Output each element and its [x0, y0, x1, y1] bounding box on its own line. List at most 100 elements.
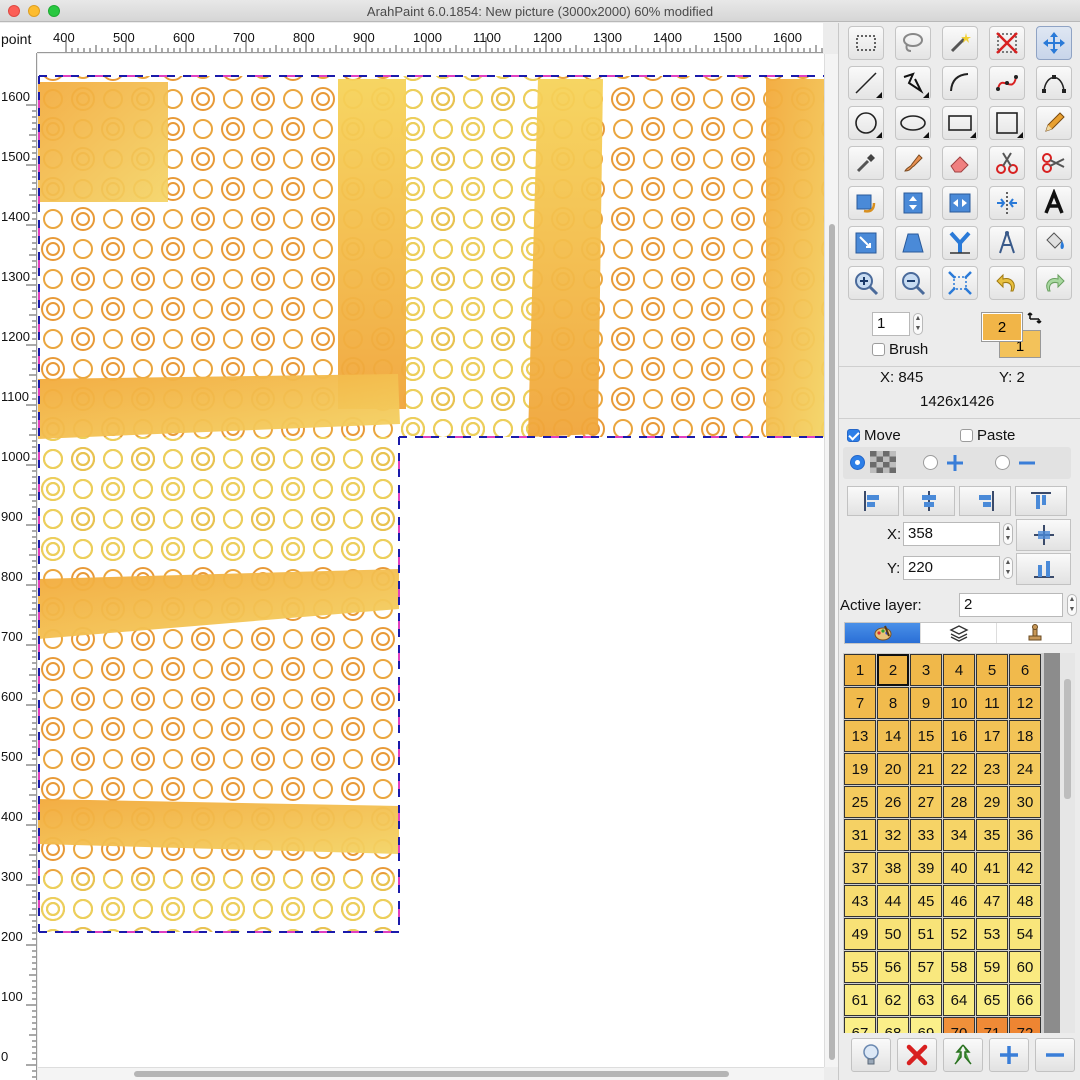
- line-tool-button[interactable]: [848, 66, 884, 100]
- palette-color-cell[interactable]: 59: [976, 951, 1008, 983]
- drawing-canvas[interactable]: [38, 54, 824, 1067]
- palette-color-cell[interactable]: 69: [910, 1017, 942, 1033]
- palette-color-cell[interactable]: 52: [943, 918, 975, 950]
- palette-color-cell[interactable]: 17: [976, 720, 1008, 752]
- ellipse-tool-button[interactable]: [895, 106, 931, 140]
- palette-color-cell[interactable]: 44: [877, 885, 909, 917]
- brush-size-stepper[interactable]: ▲ ▼: [913, 313, 923, 335]
- palette-color-cell[interactable]: 21: [910, 753, 942, 785]
- palette-color-cell[interactable]: 72: [1009, 1017, 1041, 1033]
- palette-color-cell[interactable]: 2: [877, 654, 909, 686]
- paste-checkbox[interactable]: [960, 429, 973, 442]
- y-split-tool-button[interactable]: [942, 226, 978, 260]
- palette-color-cell[interactable]: 8: [877, 687, 909, 719]
- resize-tool-button[interactable]: [848, 226, 884, 260]
- palette-color-cell[interactable]: 56: [877, 951, 909, 983]
- scissors-cut-tool-button[interactable]: [989, 146, 1025, 180]
- palette-color-cell[interactable]: 32: [877, 819, 909, 851]
- palette-color-cell[interactable]: 38: [877, 852, 909, 884]
- palette-color-cell[interactable]: 61: [844, 984, 876, 1016]
- eyedropper-tool-button[interactable]: [848, 146, 884, 180]
- palette-color-cell[interactable]: 3: [910, 654, 942, 686]
- position-x-stepper[interactable]: ▲ ▼: [1003, 523, 1013, 545]
- horizontal-scroll-thumb[interactable]: [134, 1071, 729, 1077]
- palette-color-cell[interactable]: 64: [943, 984, 975, 1016]
- palette-color-cell[interactable]: 16: [943, 720, 975, 752]
- bezier-tool-button[interactable]: [1036, 66, 1072, 100]
- position-x-input[interactable]: 358: [903, 522, 1000, 546]
- palette-color-cell[interactable]: 5: [976, 654, 1008, 686]
- position-y-input[interactable]: 220: [903, 556, 1000, 580]
- deselect-tool-button[interactable]: [989, 26, 1025, 60]
- palette-color-cell[interactable]: 15: [910, 720, 942, 752]
- undo-tool-button[interactable]: [989, 266, 1025, 300]
- palette-color-cell[interactable]: 55: [844, 951, 876, 983]
- palette-color-cell[interactable]: 12: [1009, 687, 1041, 719]
- palette-color-cell[interactable]: 30: [1009, 786, 1041, 818]
- palette-color-cell[interactable]: 19: [844, 753, 876, 785]
- palette-color-cell[interactable]: 47: [976, 885, 1008, 917]
- magic-wand-tool-button[interactable]: [942, 26, 978, 60]
- palette-scrollbar[interactable]: [1060, 653, 1075, 1033]
- bulb-button[interactable]: [851, 1038, 891, 1072]
- align-bottom-button[interactable]: [1016, 553, 1071, 585]
- palette-color-cell[interactable]: 10: [943, 687, 975, 719]
- fill-bucket-tool-button[interactable]: [1036, 226, 1072, 260]
- align-left-button[interactable]: [847, 486, 899, 516]
- scissors-red-tool-button[interactable]: [1036, 146, 1072, 180]
- palette-color-cell[interactable]: 51: [910, 918, 942, 950]
- palette-color-cell[interactable]: 68: [877, 1017, 909, 1033]
- swap-colors-icon[interactable]: [1027, 310, 1043, 326]
- lasso-select-tool-button[interactable]: [895, 26, 931, 60]
- palette-color-cell[interactable]: 63: [910, 984, 942, 1016]
- palette-color-cell[interactable]: 45: [910, 885, 942, 917]
- palette-color-cell[interactable]: 65: [976, 984, 1008, 1016]
- palette-color-cell[interactable]: 41: [976, 852, 1008, 884]
- palette-color-cell[interactable]: 6: [1009, 654, 1041, 686]
- mode-subtract-radio[interactable]: [995, 455, 1010, 470]
- rectangle-select-tool-button[interactable]: [848, 26, 884, 60]
- palette-color-cell[interactable]: 71: [976, 1017, 1008, 1033]
- palette-color-cell[interactable]: 36: [1009, 819, 1041, 851]
- zoom-out-tool-button[interactable]: [895, 266, 931, 300]
- pencil-tool-button[interactable]: [1036, 106, 1072, 140]
- move-tool-button[interactable]: [1036, 26, 1072, 60]
- palette-color-cell[interactable]: 57: [910, 951, 942, 983]
- palette-color-cell[interactable]: 11: [976, 687, 1008, 719]
- brush-size-input[interactable]: 1: [872, 312, 910, 336]
- zoom-in-tool-button[interactable]: [848, 266, 884, 300]
- palette-color-cell[interactable]: 28: [943, 786, 975, 818]
- palette-color-cell[interactable]: 50: [877, 918, 909, 950]
- mode-add-radio[interactable]: [923, 455, 938, 470]
- palette-color-cell[interactable]: 14: [877, 720, 909, 752]
- palette-scroll-thumb[interactable]: [1064, 679, 1071, 799]
- redo-tool-button[interactable]: [1036, 266, 1072, 300]
- canvas-vertical-scrollbar[interactable]: [824, 54, 838, 1067]
- palette-color-cell[interactable]: 53: [976, 918, 1008, 950]
- brush-fill-tool-button[interactable]: [895, 146, 931, 180]
- square-tool-button[interactable]: [989, 106, 1025, 140]
- palette-color-cell[interactable]: 23: [976, 753, 1008, 785]
- palette-color-cell[interactable]: 24: [1009, 753, 1041, 785]
- palette-color-cell[interactable]: 46: [943, 885, 975, 917]
- mode-transparent-radio[interactable]: [850, 455, 865, 470]
- palette-color-cell[interactable]: 18: [1009, 720, 1041, 752]
- delete-color-button[interactable]: [897, 1038, 937, 1072]
- active-layer-input[interactable]: 2: [959, 593, 1063, 617]
- move-checkbox[interactable]: [847, 429, 860, 442]
- perspective-tool-button[interactable]: [895, 226, 931, 260]
- rectangle-tool-button[interactable]: [942, 106, 978, 140]
- vertical-ruler[interactable]: 1600 1500 1400 1300 1200 1100 1000 900 800 700 600…: [0, 53, 37, 1080]
- palette-color-cell[interactable]: 60: [1009, 951, 1041, 983]
- palette-color-cell[interactable]: 35: [976, 819, 1008, 851]
- palette-color-cell[interactable]: 39: [910, 852, 942, 884]
- bezier-points-tool-button[interactable]: [989, 66, 1025, 100]
- add-color-button[interactable]: [989, 1038, 1029, 1072]
- tab-stamp[interactable]: [997, 623, 1073, 643]
- curve-tool-button[interactable]: [942, 66, 978, 100]
- palette-color-cell[interactable]: 70: [943, 1017, 975, 1033]
- position-y-stepper[interactable]: ▲ ▼: [1003, 557, 1013, 579]
- flip-vertical-tool-button[interactable]: [895, 186, 931, 220]
- palette-color-cell[interactable]: 49: [844, 918, 876, 950]
- palette-color-cell[interactable]: 4: [943, 654, 975, 686]
